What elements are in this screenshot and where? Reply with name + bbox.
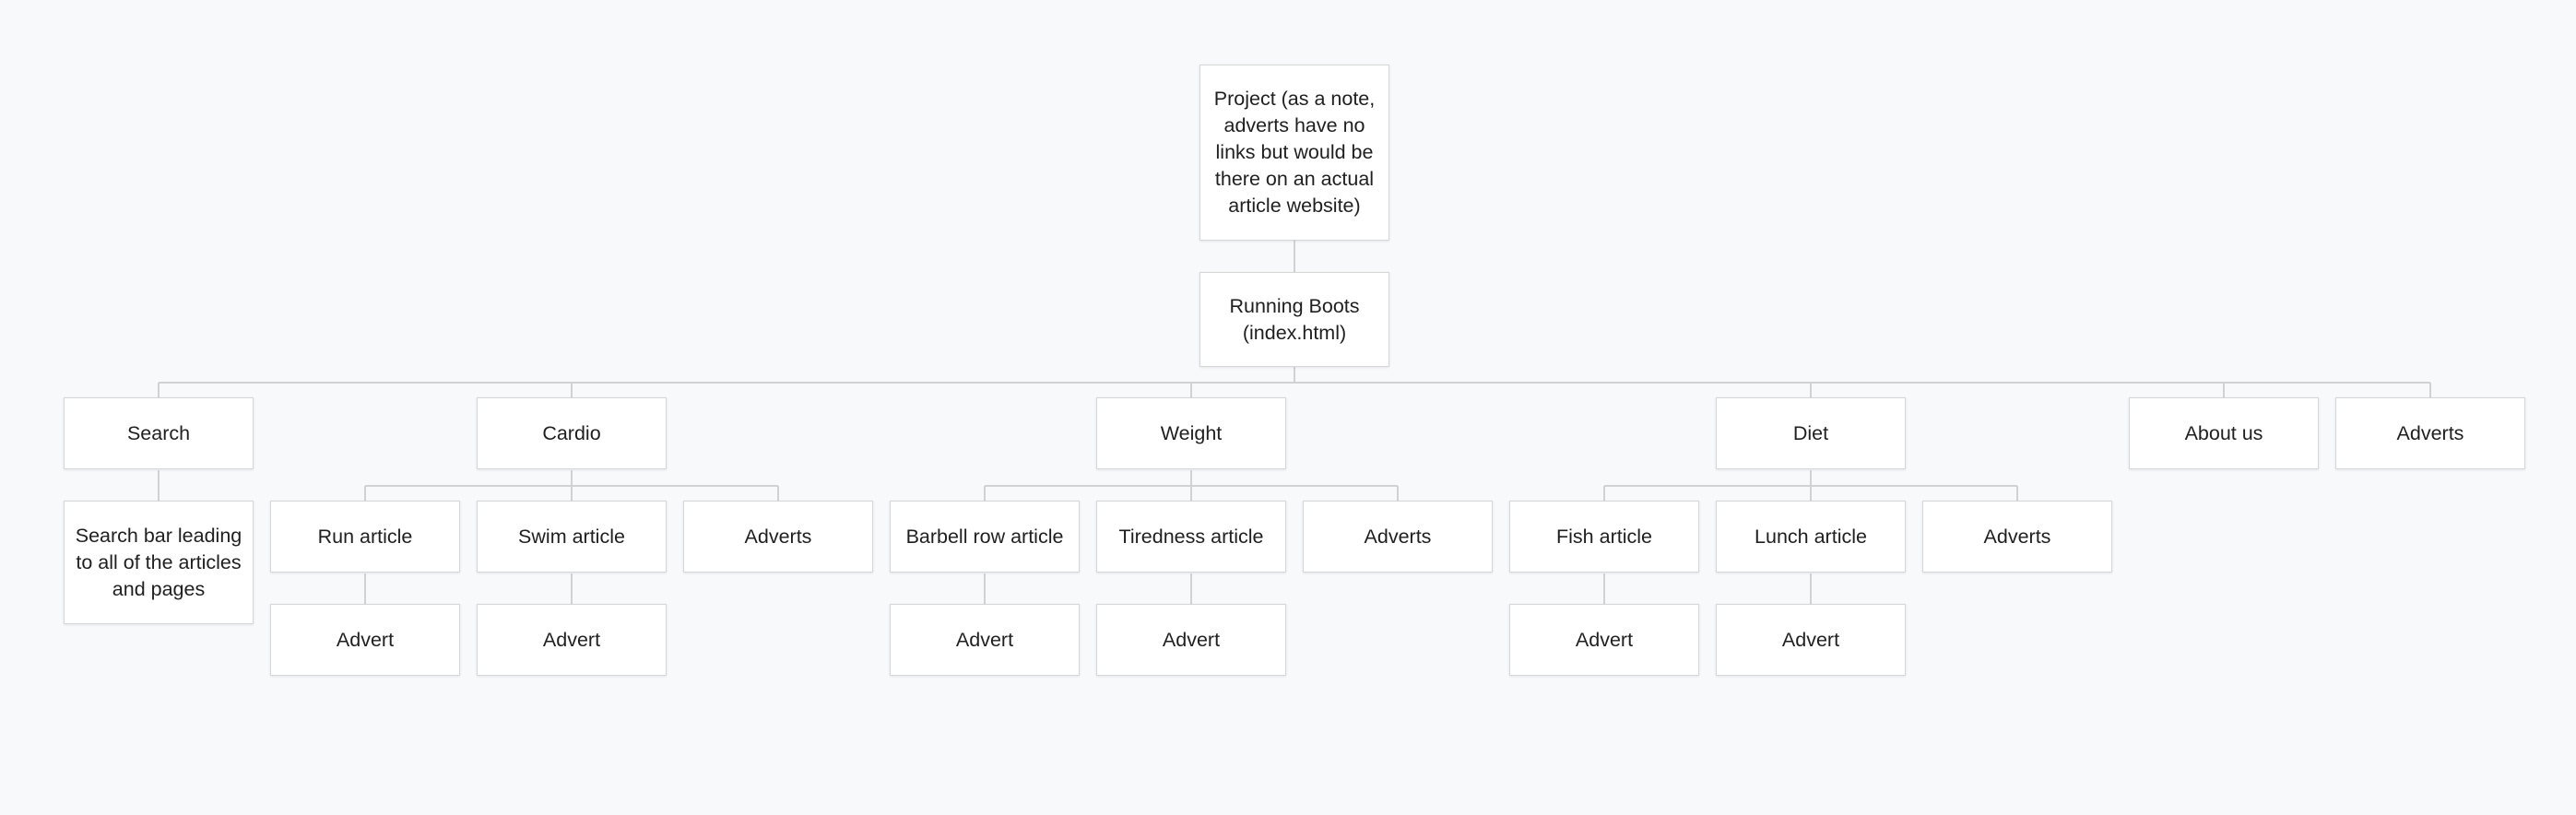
- node-run-advert[interactable]: Advert: [270, 604, 460, 676]
- node-tiredness-advert[interactable]: Advert: [1096, 604, 1286, 676]
- node-label: Advert: [336, 628, 395, 651]
- node-label: Running Boots (index.html): [1229, 294, 1360, 344]
- node-label: Weight: [1160, 421, 1223, 444]
- node-label: Tiredness article: [1118, 525, 1264, 548]
- node-swim-article[interactable]: Swim article: [477, 501, 667, 573]
- node-weight[interactable]: Weight: [1096, 397, 1286, 469]
- node-swim-advert[interactable]: Advert: [477, 604, 667, 676]
- node-label: Lunch article: [1755, 525, 1867, 548]
- node-barbell-advert[interactable]: Advert: [890, 604, 1080, 676]
- node-running-boots-home[interactable]: Running Boots (index.html): [1199, 272, 1389, 367]
- node-label: Cardio: [542, 421, 601, 444]
- node-label: Advert: [955, 628, 1014, 651]
- node-adverts-top[interactable]: Adverts: [2335, 397, 2525, 469]
- node-fish-advert[interactable]: Advert: [1509, 604, 1699, 676]
- node-diet-adverts[interactable]: Adverts: [1922, 501, 2112, 573]
- node-label: Search: [126, 421, 191, 444]
- node-label: About us: [2184, 421, 2263, 444]
- node-diet[interactable]: Diet: [1716, 397, 1906, 469]
- node-cardio-adverts[interactable]: Adverts: [683, 501, 873, 573]
- node-label: Adverts: [1364, 525, 1432, 548]
- sitemap-diagram: Project (as a note, adverts have no link…: [0, 0, 2576, 815]
- node-label: Advert: [542, 628, 601, 651]
- node-label: Barbell row article: [905, 525, 1064, 548]
- node-lunch-advert[interactable]: Advert: [1716, 604, 1906, 676]
- node-fish-article[interactable]: Fish article: [1509, 501, 1699, 573]
- node-label: Adverts: [2396, 421, 2464, 444]
- node-label: Project (as a note, adverts have no link…: [1213, 88, 1376, 217]
- node-barbell-row-article[interactable]: Barbell row article: [890, 501, 1080, 573]
- node-label: Adverts: [744, 525, 812, 548]
- node-label: Advert: [1781, 628, 1840, 651]
- node-label: Advert: [1162, 628, 1221, 651]
- node-label: Adverts: [1983, 525, 2051, 548]
- node-run-article[interactable]: Run article: [270, 501, 460, 573]
- node-label: Search bar leading to all of the article…: [75, 524, 242, 600]
- node-search-bar[interactable]: Search bar leading to all of the article…: [64, 501, 254, 624]
- node-label: Diet: [1792, 421, 1829, 444]
- node-cardio[interactable]: Cardio: [477, 397, 667, 469]
- node-lunch-article[interactable]: Lunch article: [1716, 501, 1906, 573]
- node-label: Fish article: [1556, 525, 1652, 548]
- node-project-root[interactable]: Project (as a note, adverts have no link…: [1199, 65, 1389, 241]
- node-weight-adverts[interactable]: Adverts: [1303, 501, 1493, 573]
- node-about-us[interactable]: About us: [2129, 397, 2319, 469]
- node-tiredness-article[interactable]: Tiredness article: [1096, 501, 1286, 573]
- node-search[interactable]: Search: [64, 397, 254, 469]
- node-label: Advert: [1575, 628, 1634, 651]
- node-label: Run article: [317, 525, 413, 548]
- node-label: Swim article: [518, 525, 625, 548]
